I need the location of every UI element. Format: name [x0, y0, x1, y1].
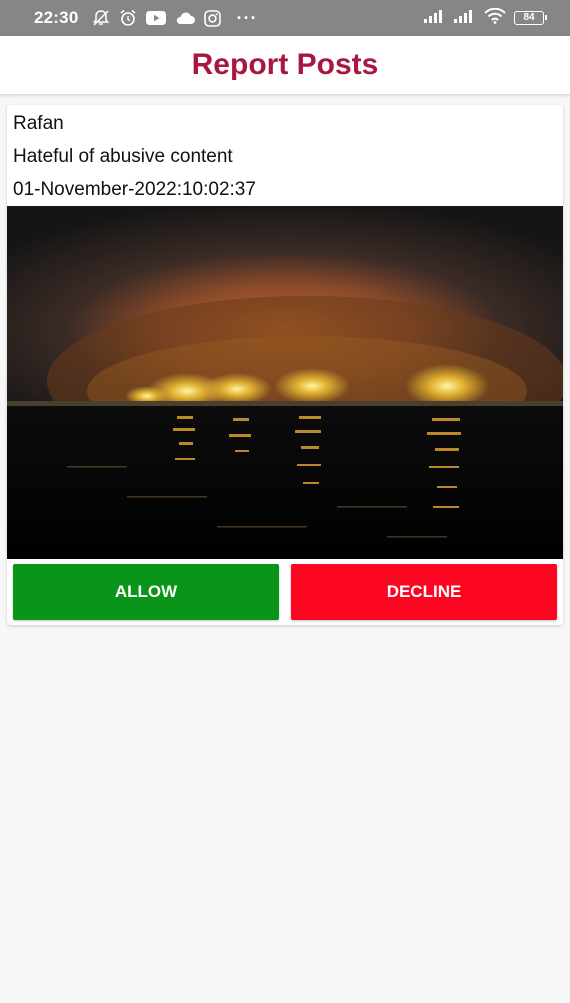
signal-icon-2: [454, 9, 476, 28]
instagram-icon: [204, 9, 222, 27]
signal-icon-1: [424, 9, 446, 28]
page-title: Report Posts: [191, 48, 379, 81]
report-post-card: Rafan Hateful of abusive content 01-Nove…: [7, 105, 563, 625]
post-username: Rafan: [13, 113, 64, 134]
cloud-icon: [175, 11, 196, 25]
allow-button[interactable]: ALLOW: [13, 564, 279, 620]
status-bar: 22:30 ··· 84: [0, 0, 570, 36]
decline-button[interactable]: DECLINE: [291, 564, 557, 620]
app-bar: Report Posts: [0, 36, 570, 95]
alarm-icon: [119, 9, 137, 27]
more-notifications-icon: ···: [236, 8, 258, 28]
report-datetime: 01-November-2022:10:02:37: [13, 179, 256, 200]
youtube-icon: [146, 11, 167, 25]
report-reason: Hateful of abusive content: [13, 146, 233, 167]
wifi-icon: [484, 7, 506, 29]
battery-icon: 84: [514, 11, 547, 25]
clock: 22:30: [34, 8, 79, 27]
notifications-off-icon: [92, 9, 110, 27]
post-image: [7, 206, 563, 559]
